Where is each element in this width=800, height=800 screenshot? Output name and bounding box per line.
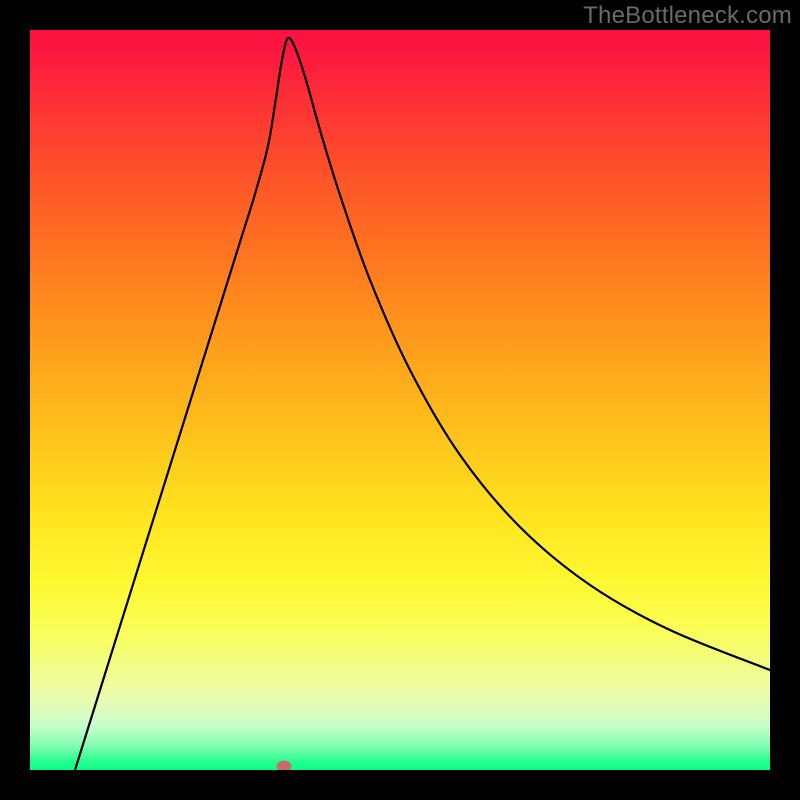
- chart-frame: TheBottleneck.com: [0, 0, 800, 800]
- curve-path: [75, 38, 770, 770]
- minimum-marker: [277, 761, 292, 771]
- plot-area: [30, 30, 770, 770]
- watermark-label: TheBottleneck.com: [583, 2, 792, 30]
- curve-svg: [30, 30, 770, 770]
